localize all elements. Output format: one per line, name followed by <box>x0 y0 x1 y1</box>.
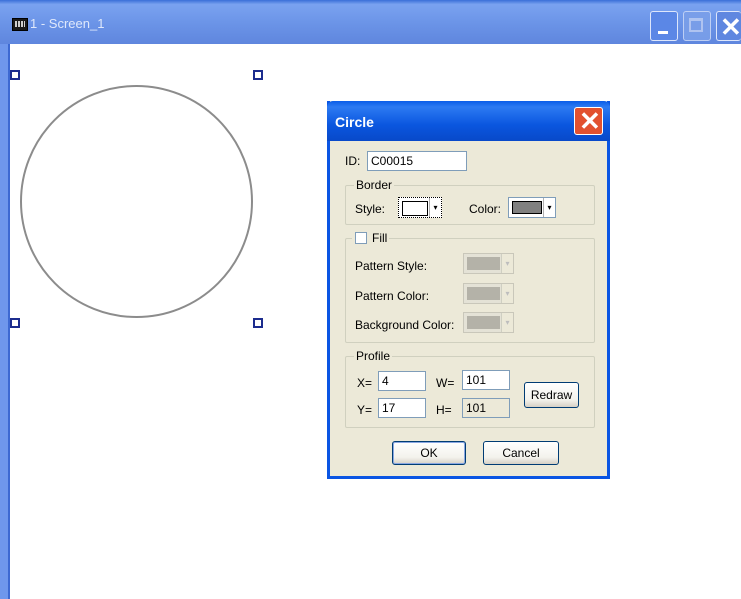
chevron-down-icon: ▾ <box>429 198 441 217</box>
x-label: X= <box>357 376 373 390</box>
circle-dialog: Circle ✕ ID: C00015 Border Style: ▾ Colo… <box>327 101 610 479</box>
border-color-swatch <box>512 201 542 214</box>
border-color-dropdown[interactable]: ▾ <box>508 197 556 218</box>
fill-checkbox[interactable] <box>355 232 367 244</box>
redraw-button[interactable]: Redraw <box>524 382 579 408</box>
dialog-close-button[interactable]: ✕ <box>574 106 603 136</box>
pattern-color-dropdown[interactable]: ▾ <box>463 283 514 304</box>
pattern-style-swatch <box>467 257 500 270</box>
pattern-style-label: Pattern Style: <box>355 259 428 273</box>
resize-handle-bottom-left[interactable] <box>10 318 20 328</box>
resize-handle-top-right[interactable] <box>253 70 263 80</box>
cancel-button[interactable]: Cancel <box>483 441 559 465</box>
border-group-label: Border <box>354 178 395 192</box>
border-style-label: Style: <box>355 202 386 216</box>
window-title: 1 - Screen_1 <box>30 16 105 31</box>
pattern-color-label: Pattern Color: <box>355 289 430 303</box>
window-left-border <box>0 44 10 599</box>
minimize-button[interactable] <box>650 11 678 41</box>
line-style-swatch <box>402 201 428 216</box>
dialog-title: Circle <box>335 114 374 130</box>
close-icon: ✕ <box>579 106 601 136</box>
x-field[interactable]: 4 <box>378 371 426 391</box>
ok-button[interactable]: OK <box>392 441 466 465</box>
minimize-icon <box>658 31 668 34</box>
close-window-button[interactable]: ✕ <box>716 11 741 42</box>
close-icon: ✕ <box>720 12 741 42</box>
h-field: 101 <box>462 398 510 418</box>
chevron-down-icon: ▾ <box>501 254 513 273</box>
resize-handle-top-left[interactable] <box>10 70 20 80</box>
screen-icon <box>12 18 28 31</box>
chevron-down-icon: ▾ <box>501 313 513 332</box>
pattern-color-swatch <box>467 287 500 300</box>
id-field[interactable]: C00015 <box>367 151 467 171</box>
border-color-label: Color: <box>469 202 502 216</box>
w-label: W= <box>436 376 455 390</box>
background-color-dropdown[interactable]: ▾ <box>463 312 514 333</box>
w-field[interactable]: 101 <box>462 370 510 390</box>
id-label: ID: <box>345 154 361 168</box>
circle-shape[interactable] <box>20 85 253 318</box>
dialog-title-bar[interactable]: Circle ✕ <box>327 101 610 141</box>
h-label: H= <box>436 403 452 417</box>
border-style-dropdown[interactable]: ▾ <box>398 197 442 218</box>
background-color-label: Background Color: <box>355 318 455 332</box>
window-title-bar[interactable]: 1 - Screen_1 ✕ <box>0 0 741 44</box>
chevron-down-icon: ▾ <box>543 198 555 217</box>
resize-handle-bottom-right[interactable] <box>253 318 263 328</box>
pattern-style-dropdown[interactable]: ▾ <box>463 253 514 274</box>
chevron-down-icon: ▾ <box>501 284 513 303</box>
y-label: Y= <box>357 403 373 417</box>
maximize-icon <box>689 18 703 32</box>
y-field[interactable]: 17 <box>378 398 426 418</box>
maximize-button[interactable] <box>683 11 711 41</box>
profile-group-label: Profile <box>354 349 393 363</box>
background-color-swatch <box>467 316 500 329</box>
